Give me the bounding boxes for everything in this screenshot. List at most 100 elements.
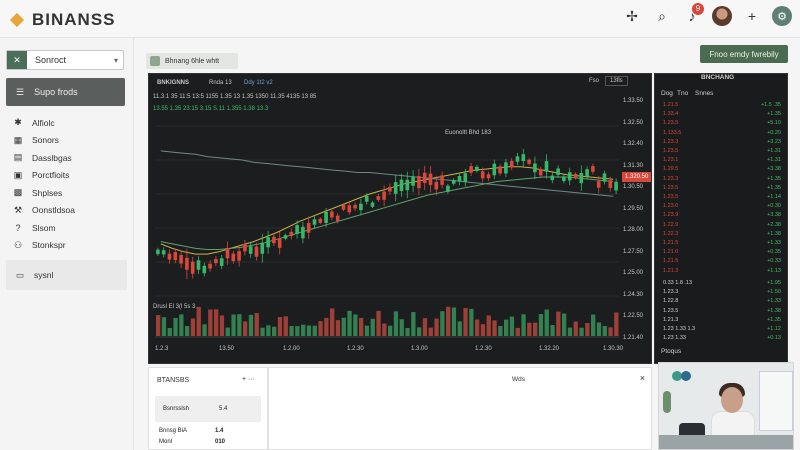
order-book-header: Tno — [677, 90, 689, 97]
order-book-ask-row[interactable]: 1.21.5 +0.33 — [663, 258, 785, 267]
candle — [498, 166, 502, 174]
ask-price: 1.23.5 — [663, 120, 679, 127]
ask-qty: +0.30 — [767, 203, 781, 210]
collapse-icon[interactable]: ✕ — [7, 51, 27, 69]
order-book-ask-row[interactable]: 1.23.5 +1.35 — [663, 185, 785, 194]
y-tick-label: 1.24.30 — [623, 291, 644, 298]
webcam-desk — [659, 435, 793, 449]
sidebar-item[interactable]: ⚒ Oonstldsoa — [12, 202, 75, 220]
pin-icon[interactable]: ✢ — [622, 6, 642, 26]
candle — [185, 257, 189, 270]
order-book-ask-row[interactable]: 1.21.0 +0.35 — [663, 249, 785, 258]
sidebar-item[interactable]: ▩ Shplses — [12, 184, 75, 202]
app-logo[interactable]: BINANSS — [8, 10, 116, 30]
order-book-ask-row[interactable]: 1.33.4 +1.35 — [663, 111, 785, 120]
candle — [538, 169, 543, 176]
tab-icon — [150, 56, 160, 66]
order-book-ask-row[interactable]: 1.23.9 +3.38 — [663, 212, 785, 221]
volume-bar — [347, 310, 352, 336]
candle — [388, 186, 392, 192]
order-book-ask-row[interactable]: 1.22.3 +1.38 — [663, 231, 785, 240]
candle — [567, 172, 572, 181]
candle — [451, 180, 456, 184]
x-tick-label: 1.2.30 — [347, 346, 364, 352]
positions-panel: BTANSBS + ··· Bsnrsslsh 5.4 Bnnsg BiA 1.4… — [148, 367, 268, 450]
y-tick-label: 1.27.50 — [623, 248, 644, 255]
candle — [573, 173, 578, 179]
orders-title: Wds — [512, 376, 525, 383]
candle — [190, 261, 195, 274]
order-book-bid-row[interactable]: 1.23.3 +1.50 — [663, 289, 785, 298]
candle — [446, 185, 450, 192]
x-tick-label: 1.2.3 — [155, 346, 169, 352]
volume-bar — [509, 316, 515, 336]
sidebar-item[interactable]: ▣ Porctfioits — [12, 167, 75, 185]
sidebar-item-label: Porctfioits — [32, 170, 70, 181]
order-book-ask-row[interactable]: 1.23.1 +1.31 — [663, 157, 785, 166]
candle — [237, 251, 241, 261]
sidebar-item[interactable]: ▦ Sonors — [12, 132, 75, 150]
bid-qty: +1.50 — [767, 289, 781, 296]
settings-icon[interactable]: ⚙ — [772, 6, 792, 26]
candle — [335, 215, 340, 222]
panel-controls[interactable]: + ··· — [242, 376, 255, 383]
order-book-ask-row[interactable]: 1.23.0 +0.30 — [663, 203, 785, 212]
candle — [411, 176, 415, 186]
order-book-ask-row[interactable]: 1.133.5 +0.20 — [663, 130, 785, 139]
order-book-ask-row[interactable]: 1.21.3 +1.13 — [663, 268, 785, 277]
order-book-ask-row[interactable]: 1.22.9 +2.38 — [663, 222, 785, 231]
list-item[interactable]: Bnnsg BiA 1.4 — [159, 428, 223, 434]
close-icon[interactable]: × — [640, 373, 645, 383]
order-book-ask-row[interactable]: 1.23.3 +1.35 — [663, 176, 785, 185]
volume-bar — [202, 324, 207, 336]
candle — [608, 180, 613, 189]
avatar[interactable] — [712, 6, 732, 26]
order-book-bid-row[interactable]: 1.23.5 +1.38 — [663, 308, 785, 317]
list-item[interactable]: Bsnrsslsh 5.4 — [155, 396, 261, 422]
tab-active[interactable]: Bhnang 6hle whtt — [146, 53, 238, 69]
alert-icon: ✱ — [14, 117, 22, 128]
sidebar-item-bottom[interactable]: ▭ sysnl — [6, 260, 127, 290]
sidebar-item[interactable]: ✱ Alfiolc — [12, 114, 75, 132]
order-book-bid-row[interactable]: 1.23 1.33 +0.13 — [663, 335, 785, 344]
volume-bar — [428, 327, 433, 336]
sidebar-item[interactable]: ▤ Dasslbgas — [12, 149, 75, 167]
order-book-bid-row[interactable]: 0.33 1.8 .13 +1.95 — [663, 280, 785, 289]
volume-bar — [173, 317, 178, 336]
search-select[interactable]: ✕ Sonroct ▾ — [6, 50, 124, 70]
order-book-ask-row[interactable]: 1.21.5 +1.5 .35 — [663, 102, 785, 111]
sidebar-item-active[interactable]: ☰ Supo frods — [6, 78, 125, 106]
volume-bar — [515, 327, 520, 336]
order-book-ask-row[interactable]: 1.23.5 +1.31 — [663, 148, 785, 157]
search-icon[interactable]: ⌕ — [652, 6, 672, 26]
order-book-ask-row[interactable]: 1.23.5 +1.14 — [663, 194, 785, 203]
volume-bar — [457, 321, 462, 336]
order-book-ask-row[interactable]: 1.23.5 +5.10 — [663, 120, 785, 129]
order-book-bid-row[interactable]: 1.22.8 +1.33 — [663, 298, 785, 307]
volume-bar — [492, 320, 497, 336]
plus-icon[interactable]: + — [742, 6, 762, 26]
volume-bar — [573, 321, 578, 336]
ask-qty: +3.38 — [767, 212, 781, 219]
order-book-ask-row[interactable]: 1.23.3 +3.23 — [663, 139, 785, 148]
candle — [457, 175, 462, 182]
order-book-ask-row[interactable]: 1.21.5 +1.33 — [663, 240, 785, 249]
sidebar-item[interactable]: ? Slsom — [12, 219, 75, 237]
volume-bar — [434, 318, 439, 336]
candle — [562, 176, 566, 182]
list-item[interactable]: Monl 010 — [159, 439, 225, 445]
order-book-bid-row[interactable]: 1.21.3 +1.35 — [663, 317, 785, 326]
volume-bar — [272, 326, 277, 336]
order-book-bid-row[interactable]: 1.23 1.33 1.3 +1.12 — [663, 326, 785, 335]
volume-bar — [312, 325, 317, 336]
primary-cta-button[interactable]: Fnoo emdy fwrebily — [700, 45, 788, 63]
notification-bell-icon[interactable]: ♪ 9 — [682, 3, 704, 26]
volume-bar — [533, 322, 538, 336]
candle — [422, 172, 427, 183]
volume-bar — [254, 313, 259, 336]
webcam-overlay[interactable] — [658, 362, 794, 450]
sidebar-item[interactable]: ⚇ Stonkspr — [12, 237, 75, 255]
price-chart[interactable]: BNKIGNNS Rnda 13 Ddy 1t2 v2 Fso 13fls 11… — [148, 73, 652, 364]
candle — [156, 249, 160, 255]
order-book-ask-row[interactable]: 1.29.5 +3.38 — [663, 166, 785, 175]
